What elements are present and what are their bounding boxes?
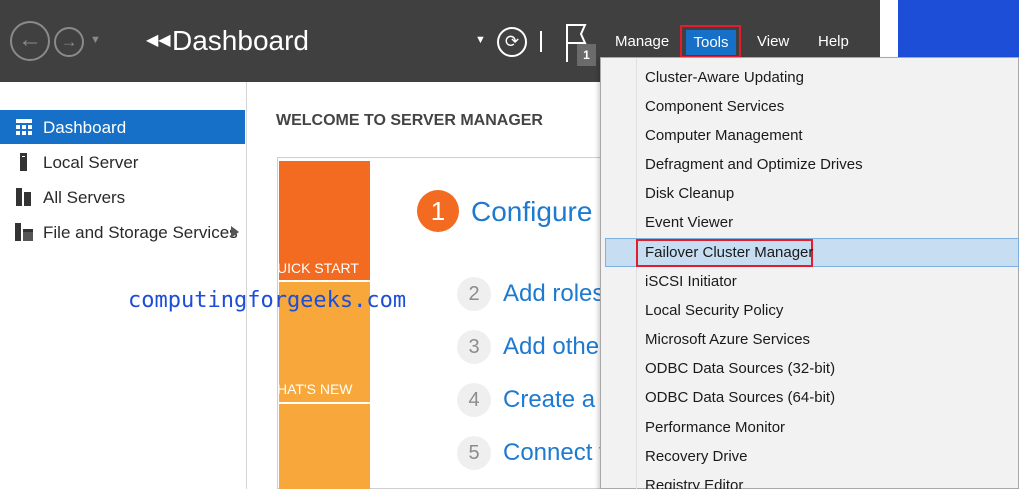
menu-item-performance-monitor[interactable]: Performance Monitor [645,419,785,436]
step-number-badge: 3 [457,330,491,364]
sidebar-item-label: Local Server [43,153,139,172]
menu-item-odbc-32[interactable]: ODBC Data Sources (32-bit) [645,360,835,377]
menu-help[interactable]: Help [818,33,849,50]
sidebar-item-local-server[interactable]: Local Server [0,145,245,179]
tile-label: UICK START [279,260,359,276]
back-arrow-icon[interactable]: ← [10,21,50,61]
tile-quick-start[interactable]: UICK START [279,161,370,280]
menu-item-failover-cluster-manager[interactable]: Failover Cluster Manager [645,244,813,261]
dashboard-grid-icon [16,119,32,135]
history-dropdown-icon[interactable]: ▼ [90,34,101,46]
menu-view[interactable]: View [757,33,789,50]
step-number-badge: 5 [457,436,491,470]
storage-icon [15,223,33,241]
step-link-add-roles[interactable]: Add roles a [503,280,606,308]
servers-icon [16,188,31,206]
menu-item-registry-editor[interactable]: Registry Editor [645,477,743,489]
server-icon [20,153,27,171]
notification-count-badge: 1 [577,44,596,66]
menu-item-defragment[interactable]: Defragment and Optimize Drives [645,156,863,173]
sidebar-item-label: File and Storage Services [43,223,238,242]
sidebar-item-file-storage[interactable]: File and Storage Services [0,215,245,249]
tile-learn-more[interactable] [279,404,370,489]
step-number-badge: 1 [417,190,459,232]
tools-dropdown-menu: Cluster-Aware Updating Component Service… [600,57,1019,489]
step-number-badge: 2 [457,277,491,311]
menu-item-disk-cleanup[interactable]: Disk Cleanup [645,185,734,202]
step-link-connect-cloud[interactable]: Connect th [503,439,606,467]
menu-item-component-services[interactable]: Component Services [645,98,784,115]
refresh-dropdown-icon[interactable]: ▼ [475,34,486,46]
welcome-heading: WELCOME TO SERVER MANAGER [276,112,543,129]
menu-manage[interactable]: Manage [615,33,669,50]
menu-item-azure-services[interactable]: Microsoft Azure Services [645,331,810,348]
tile-label: HAT'S NEW [279,381,353,397]
menu-item-iscsi-initiator[interactable]: iSCSI Initiator [645,273,737,290]
page-title: Dashboard [172,25,309,56]
chevron-right-icon[interactable] [231,226,239,238]
menu-item-cluster-aware-updating[interactable]: Cluster-Aware Updating [645,69,804,86]
refresh-icon[interactable]: ⟳ [497,27,527,57]
sidebar-item-all-servers[interactable]: All Servers [0,180,245,214]
menu-item-odbc-64[interactable]: ODBC Data Sources (64-bit) [645,389,835,406]
step-link-create-group[interactable]: Create a se [503,386,606,414]
sidebar-item-label: Dashboard [43,118,127,137]
breadcrumb-arrows-icon: ◀◀ [146,30,171,49]
menu-item-recovery-drive[interactable]: Recovery Drive [645,448,748,465]
step-number-badge: 4 [457,383,491,417]
separator [540,31,542,52]
menu-item-local-security-policy[interactable]: Local Security Policy [645,302,783,319]
menu-item-computer-management[interactable]: Computer Management [645,127,803,144]
menu-gutter [636,58,637,489]
step-link-configure[interactable]: Configure t [471,196,606,228]
sidebar-item-label: All Servers [43,188,126,207]
sidebar: Dashboard Local Server All Servers File … [0,82,247,489]
watermark-text: computingforgeeks.com [128,288,407,313]
menu-tools[interactable]: Tools [686,30,736,55]
step-link-add-servers[interactable]: Add other [503,333,606,361]
menu-item-event-viewer[interactable]: Event Viewer [645,214,733,231]
forward-arrow-icon[interactable]: → [54,27,84,57]
sidebar-item-dashboard[interactable]: Dashboard [0,110,245,144]
